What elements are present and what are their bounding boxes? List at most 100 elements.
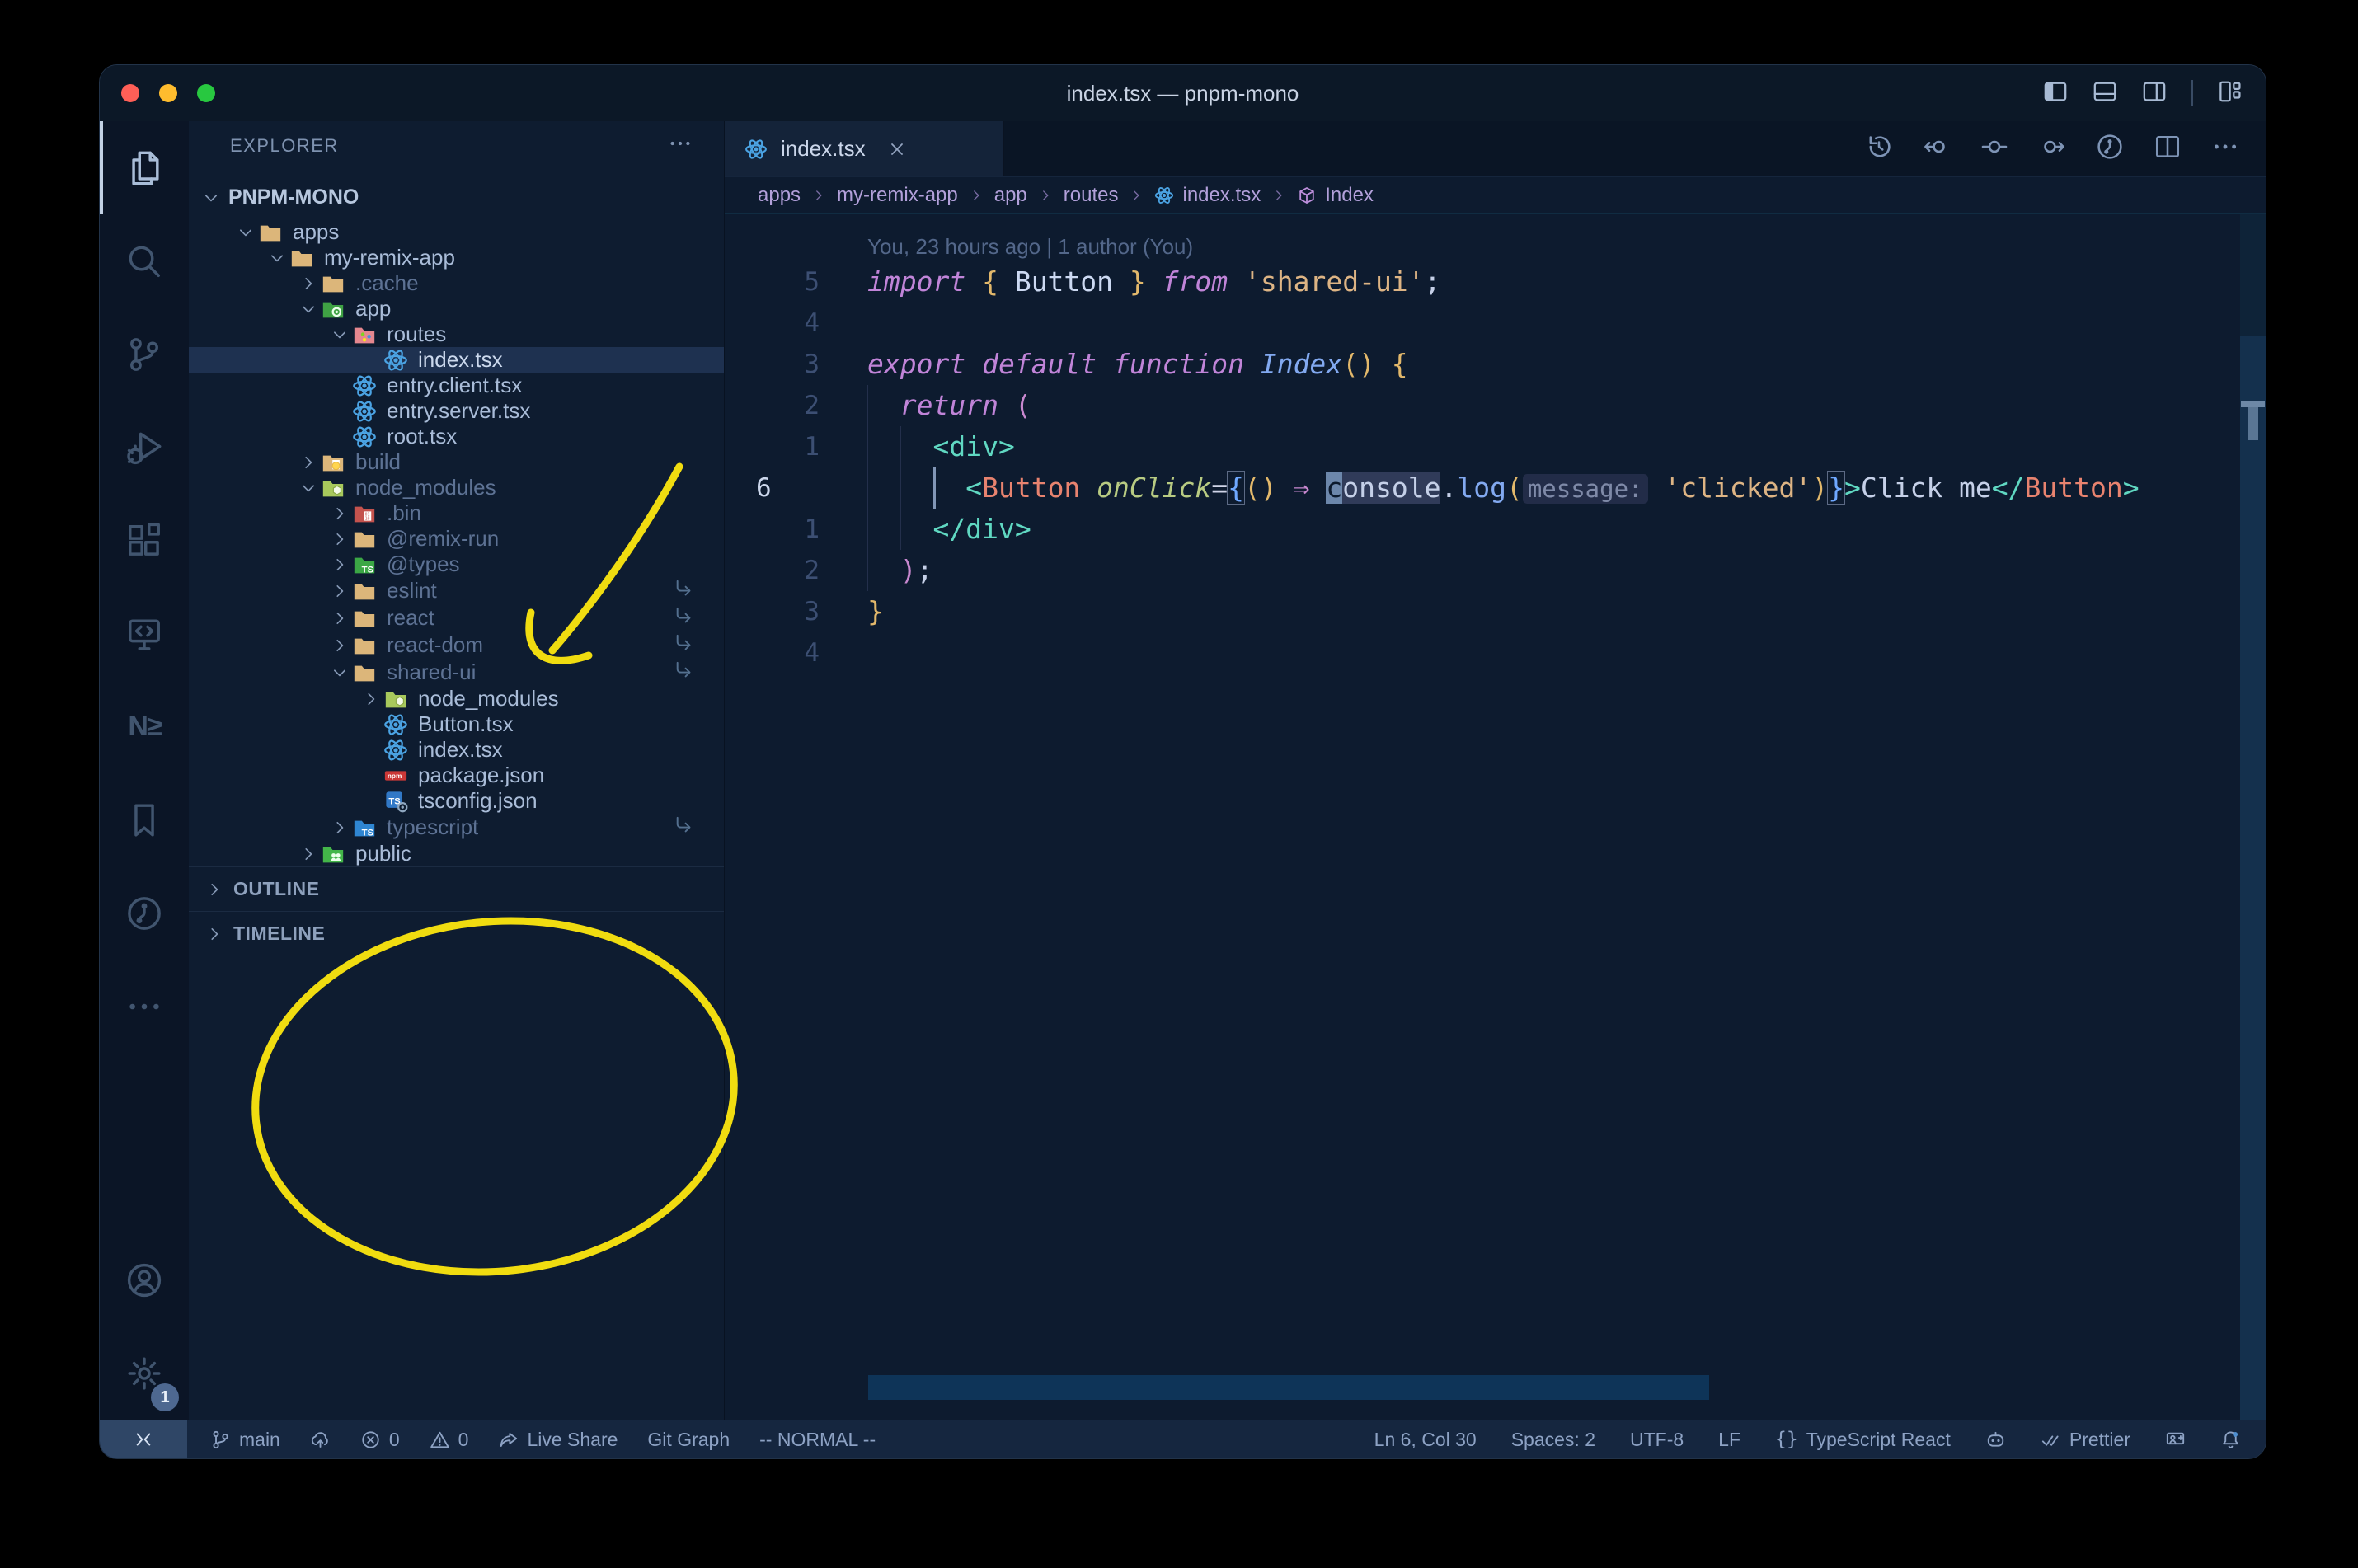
status-item-prettier[interactable]: Prettier — [2041, 1429, 2130, 1451]
activity-item-debug[interactable] — [100, 401, 189, 494]
status-item-0[interactable]: 0 — [430, 1429, 468, 1451]
code-editor[interactable]: You, 23 hours ago | 1 author (You) 5 impo… — [725, 214, 2266, 1420]
tree-folder-build[interactable]: build — [189, 449, 724, 475]
breadcrumb-item-index.tsx[interactable]: index.tsx — [1154, 184, 1261, 207]
chevron-right-icon[interactable] — [327, 505, 352, 523]
tree-folder-apps[interactable]: apps — [189, 219, 724, 245]
chevron-down-icon[interactable] — [296, 479, 321, 497]
tree-file-entry.server.tsx[interactable]: entry.server.tsx — [189, 398, 724, 424]
status-item-copilot[interactable] — [1985, 1430, 2006, 1450]
history-icon[interactable] — [1865, 133, 1893, 165]
status-item-bell[interactable] — [2220, 1430, 2241, 1450]
chevron-right-icon[interactable] — [296, 453, 321, 472]
tree-folder-eslint[interactable]: eslint — [189, 577, 724, 604]
horizontal-scrollbar-thumb[interactable] — [868, 1375, 1709, 1400]
activity-item-settings[interactable]: 1 — [100, 1326, 189, 1420]
tree-folder-shared-ui[interactable]: shared-ui — [189, 659, 724, 686]
chevron-right-icon[interactable] — [327, 530, 352, 548]
layout-sidebar-right-icon[interactable] — [2142, 79, 2167, 108]
activity-item-nx-console[interactable]: N≥ — [100, 680, 189, 773]
chevron-down-icon[interactable] — [265, 249, 289, 267]
chevron-right-icon[interactable] — [359, 690, 383, 708]
tree-folder-@types[interactable]: TS @types — [189, 552, 724, 577]
chevron-right-icon[interactable] — [327, 556, 352, 574]
tree-folder-react[interactable]: react — [189, 604, 724, 631]
status-item--normal-[interactable]: -- NORMAL -- — [759, 1429, 876, 1451]
status-item-spaces-2[interactable]: Spaces: 2 — [1511, 1429, 1595, 1451]
chevron-right-icon[interactable] — [327, 609, 352, 627]
tree-file-index.tsx[interactable]: index.tsx — [189, 347, 724, 373]
tree-folder-react-dom[interactable]: react-dom — [189, 631, 724, 659]
status-item-live-share[interactable]: Live Share — [498, 1429, 618, 1451]
tree-file-package.json[interactable]: npm package.json — [189, 763, 724, 788]
gitlens-circle-icon[interactable] — [2096, 133, 2124, 165]
status-item-typescript-react[interactable]: {} TypeScript React — [1775, 1429, 1951, 1451]
activity-item-ellipsis[interactable] — [100, 960, 189, 1053]
tab-index-tsx[interactable]: index.tsx — [725, 121, 1004, 176]
breadcrumb-item-app[interactable]: app — [994, 184, 1027, 207]
status-item-person-screen[interactable] — [2165, 1430, 2186, 1450]
activity-item-scm[interactable] — [100, 307, 189, 401]
workspace-root-row[interactable]: PNPM-MONO — [189, 176, 724, 219]
status-item-lf[interactable]: LF — [1718, 1429, 1740, 1451]
minimize-window-button[interactable] — [159, 84, 177, 102]
activity-item-gitlens[interactable] — [100, 866, 189, 960]
vertical-scrollbar-thumb[interactable] — [2248, 407, 2258, 440]
activity-item-account[interactable] — [100, 1233, 189, 1326]
breadcrumb-item-Index[interactable]: Index — [1297, 184, 1374, 207]
status-item-main[interactable]: main — [210, 1429, 280, 1451]
layout-sidebar-left-icon[interactable] — [2043, 79, 2068, 108]
explorer-more-actions-icon[interactable] — [668, 131, 693, 161]
tree-file-tsconfig.json[interactable]: TS tsconfig.json — [189, 788, 724, 814]
tree-folder-.bin[interactable]: 01 10 .bin — [189, 500, 724, 526]
status-item-git-graph[interactable]: Git Graph — [647, 1429, 730, 1451]
chevron-right-icon[interactable] — [296, 275, 321, 293]
timeline-section-header[interactable]: TIMELINE — [189, 911, 724, 955]
chevron-down-icon[interactable] — [233, 223, 258, 242]
activity-item-files[interactable] — [100, 121, 189, 214]
chevron-down-icon[interactable] — [296, 300, 321, 318]
activity-item-remote-explorer[interactable] — [100, 587, 189, 680]
tree-folder-public[interactable]: public — [189, 841, 724, 866]
chevron-right-icon[interactable] — [327, 636, 352, 655]
tree-folder-node_modules[interactable]: node_modules — [189, 686, 724, 711]
layout-panel-icon[interactable] — [2093, 79, 2117, 108]
layout-custom-icon[interactable] — [2218, 79, 2243, 108]
activity-item-search[interactable] — [100, 214, 189, 307]
split-icon[interactable] — [2154, 133, 2182, 165]
chevron-right-icon[interactable] — [296, 845, 321, 863]
tree-file-entry.client.tsx[interactable]: entry.client.tsx — [189, 373, 724, 398]
tree-file-Button.tsx[interactable]: Button.tsx — [189, 711, 724, 737]
nav-back-icon[interactable] — [1923, 133, 1951, 165]
status-item-0[interactable]: 0 — [360, 1429, 400, 1451]
tree-file-index.tsx[interactable]: index.tsx — [189, 737, 724, 763]
breadcrumb-item-apps[interactable]: apps — [758, 184, 801, 207]
ellipsis-icon[interactable] — [2211, 133, 2239, 165]
tree-folder-app[interactable]: app — [189, 296, 724, 322]
chevron-right-icon[interactable] — [327, 582, 352, 600]
status-item-ln-6-col-30[interactable]: Ln 6, Col 30 — [1374, 1429, 1477, 1451]
chevron-right-icon[interactable] — [327, 819, 352, 837]
vertical-scrollbar[interactable] — [2240, 336, 2266, 1420]
chevron-down-icon[interactable] — [327, 326, 352, 344]
nav-dot-icon[interactable] — [1980, 133, 2008, 165]
tree-file-root.tsx[interactable]: root.tsx — [189, 424, 724, 449]
close-tab-icon[interactable] — [887, 139, 907, 159]
remote-indicator[interactable] — [100, 1420, 187, 1458]
chevron-down-icon[interactable] — [327, 664, 352, 682]
tree-folder-node_modules[interactable]: node_modules — [189, 475, 724, 500]
status-item-sync[interactable] — [310, 1430, 331, 1450]
activity-item-bookmarks[interactable] — [100, 773, 189, 866]
nav-fwd-icon[interactable] — [2038, 133, 2066, 165]
breadcrumb-item-routes[interactable]: routes — [1064, 184, 1119, 207]
tree-folder-typescript[interactable]: TS typescript — [189, 814, 724, 841]
status-item-utf-8[interactable]: UTF-8 — [1630, 1429, 1684, 1451]
outline-section-header[interactable]: OUTLINE — [189, 866, 724, 911]
tree-folder-my-remix-app[interactable]: my-remix-app — [189, 245, 724, 270]
tree-folder-routes[interactable]: routes — [189, 322, 724, 347]
breadcrumb-item-my-remix-app[interactable]: my-remix-app — [837, 184, 958, 207]
close-window-button[interactable] — [121, 84, 139, 102]
maximize-window-button[interactable] — [197, 84, 215, 102]
tree-folder-.cache[interactable]: .cache — [189, 270, 724, 296]
activity-item-extensions[interactable] — [100, 494, 189, 587]
